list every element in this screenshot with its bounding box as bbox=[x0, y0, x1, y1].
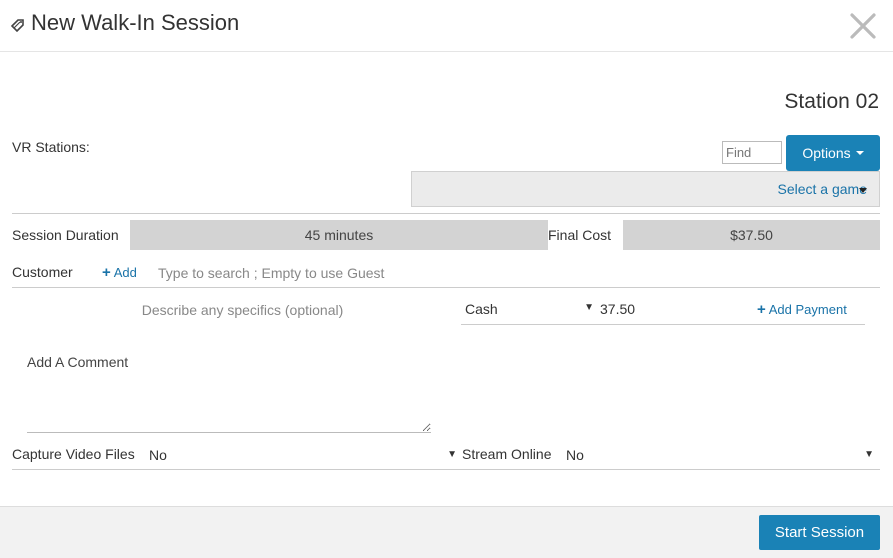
find-input[interactable] bbox=[722, 141, 782, 164]
plus-icon: + bbox=[757, 301, 766, 318]
modal-header: New Walk-In Session bbox=[0, 0, 893, 52]
payment-amount[interactable]: 37.50 bbox=[600, 301, 635, 317]
final-cost-label: Final Cost bbox=[548, 227, 612, 243]
station-title: Station 02 bbox=[784, 90, 879, 113]
customer-search-input[interactable] bbox=[152, 262, 482, 284]
title-wrap: New Walk-In Session bbox=[11, 10, 239, 36]
caret-down-icon: ▼ bbox=[447, 449, 457, 460]
stream-online-label: Stream Online bbox=[462, 446, 552, 462]
stream-online-value: No bbox=[566, 447, 584, 463]
game-select-label: Select a game bbox=[777, 181, 868, 197]
add-customer-label: Add bbox=[113, 265, 137, 280]
options-label: Options bbox=[802, 145, 851, 161]
final-cost-value: $37.50 bbox=[623, 220, 880, 250]
payment-method-select[interactable]: Cash ▼ bbox=[461, 299, 597, 321]
customer-label: Customer bbox=[12, 264, 73, 280]
comment-textarea[interactable] bbox=[27, 350, 431, 433]
add-payment-label: Add Payment bbox=[768, 302, 847, 317]
payment-method-value: Cash bbox=[465, 301, 498, 317]
divider bbox=[12, 469, 880, 470]
plus-icon: + bbox=[102, 264, 111, 281]
divider bbox=[12, 213, 880, 214]
close-icon[interactable] bbox=[849, 12, 877, 40]
capture-video-select[interactable]: No ▼ bbox=[149, 447, 457, 465]
caret-down-icon: ▼ bbox=[864, 449, 874, 460]
caret-down-icon: ▼ bbox=[584, 302, 594, 313]
divider bbox=[12, 287, 880, 288]
payment-description-input[interactable] bbox=[30, 299, 455, 321]
capture-video-value: No bbox=[149, 447, 167, 463]
game-select[interactable]: Select a game bbox=[411, 171, 880, 207]
session-duration-label: Session Duration bbox=[12, 227, 119, 243]
tag-icon bbox=[11, 19, 24, 32]
options-button[interactable]: Options bbox=[786, 135, 880, 171]
divider bbox=[461, 324, 865, 325]
caret-down-icon bbox=[855, 151, 864, 155]
session-duration-value[interactable]: 45 minutes bbox=[130, 220, 548, 250]
start-session-button[interactable]: Start Session bbox=[759, 515, 880, 550]
add-payment-button[interactable]: + Add Payment bbox=[757, 301, 847, 318]
stream-online-select[interactable]: No ▼ bbox=[566, 447, 874, 465]
add-customer-button[interactable]: + Add bbox=[102, 264, 137, 281]
vr-stations-label: VR Stations: bbox=[12, 139, 90, 155]
capture-video-label: Capture Video Files bbox=[12, 446, 135, 462]
modal-title: New Walk-In Session bbox=[31, 10, 240, 35]
caret-down-icon bbox=[859, 188, 867, 193]
